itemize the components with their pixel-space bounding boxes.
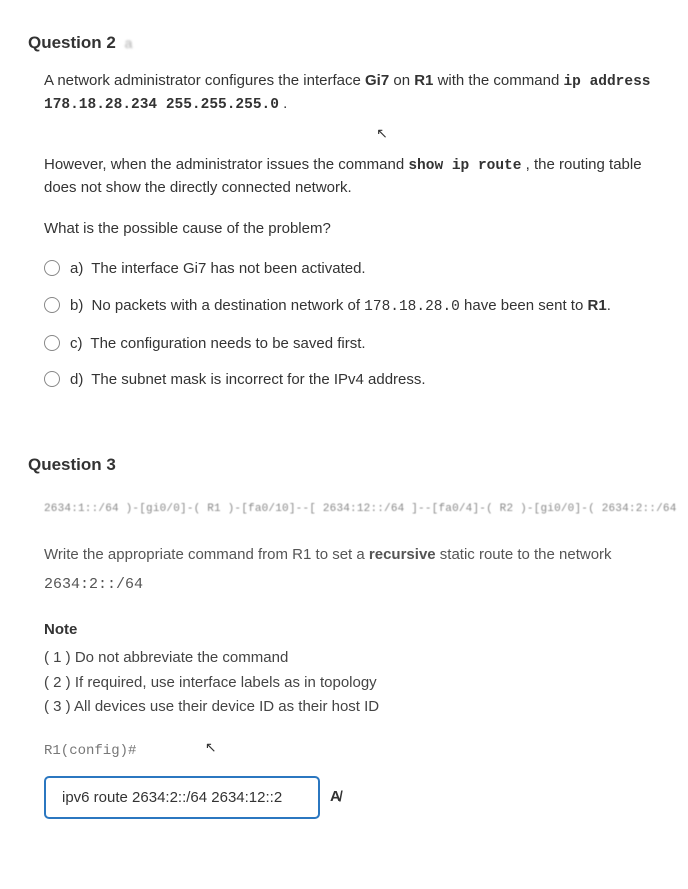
q3-topology: 2634:1::/64 )-[gi0/0]-( R1 )-[fa0/10]--[… xyxy=(44,501,660,518)
q3-instr-mid: to set a xyxy=(311,546,369,563)
q2-intro-tail: with the command xyxy=(433,72,563,89)
q2-however-prefix: However, when the administrator issues t… xyxy=(44,156,408,173)
q3-instr-pre: Write the appropriate command from xyxy=(44,546,292,563)
q2-option-d[interactable]: d) The subnet mask is incorrect for the … xyxy=(44,369,660,392)
q3-cli-prompt: R1(config)# ↖ xyxy=(44,741,660,762)
q3-title-text: Question 3 xyxy=(28,455,116,474)
option-label: c) xyxy=(70,335,83,352)
q2-interface: Gi7 xyxy=(365,72,389,89)
q2-intro-prefix: A network administrator configures the i… xyxy=(44,72,365,89)
q2-intro-mid: on xyxy=(389,72,414,89)
option-text: The interface Gi7 has not been activated… xyxy=(91,260,365,277)
answer-input[interactable] xyxy=(60,788,304,807)
q3-note-1: ( 1 ) Do not abbreviate the command xyxy=(44,647,660,670)
q3-instruction: Write the appropriate command from R1 to… xyxy=(44,544,660,567)
option-bold: R1 xyxy=(588,297,607,314)
question-3-title: Question 3 xyxy=(28,452,660,478)
option-tail: . xyxy=(607,297,611,314)
q2-router: R1 xyxy=(414,72,433,89)
q3-note-title: Note xyxy=(44,619,660,642)
q3-instr-r1: R1 xyxy=(292,546,311,563)
cursor-icon-1: ↖ xyxy=(104,125,660,148)
radio-icon[interactable] xyxy=(44,260,60,276)
q2-however: However, when the administrator issues t… xyxy=(44,154,660,200)
q2-option-c[interactable]: c) The configuration needs to be saved f… xyxy=(44,333,660,356)
option-code: 178.18.28.0 xyxy=(364,299,460,315)
option-text-pre: No packets with a destination network of xyxy=(92,297,365,314)
q3-title-suffix xyxy=(125,457,129,473)
radio-icon[interactable] xyxy=(44,335,60,351)
question-3-body: 2634:1::/64 )-[gi0/0]-( R1 )-[fa0/10]--[… xyxy=(44,501,660,819)
question-2-body: A network administrator configures the i… xyxy=(44,70,660,392)
option-label: a) xyxy=(70,260,83,277)
option-text: The configuration needs to be saved firs… xyxy=(90,335,365,352)
radio-icon[interactable] xyxy=(44,371,60,387)
q2-command-2: show ip route xyxy=(408,158,521,174)
q2-title-suffix: a xyxy=(125,35,133,51)
answer-input-container[interactable] xyxy=(44,776,320,819)
q2-option-b[interactable]: b) No packets with a destination network… xyxy=(44,295,660,319)
q2-title-text: Question 2 xyxy=(28,33,116,52)
option-label: d) xyxy=(70,371,83,388)
q2-intro: A network administrator configures the i… xyxy=(44,70,660,118)
option-text: The subnet mask is incorrect for the IPv… xyxy=(91,371,425,388)
q3-target-network: 2634:2::/64 xyxy=(44,574,660,597)
option-label: b) xyxy=(70,297,83,314)
spellcheck-icon[interactable]: A̸ xyxy=(330,786,341,809)
q2-prompt: What is the possible cause of the proble… xyxy=(44,218,660,241)
q3-instr-tail: static route to the network xyxy=(436,546,612,563)
cursor-icon-2: ↖ xyxy=(205,739,217,760)
q2-period1: . xyxy=(279,95,287,112)
prompt-text: R1(config)# xyxy=(44,743,136,759)
option-text-post: have been sent to xyxy=(460,297,588,314)
q3-instr-recursive: recursive xyxy=(369,546,436,563)
q3-note-3: ( 3 ) All devices use their device ID as… xyxy=(44,696,660,719)
radio-icon[interactable] xyxy=(44,297,60,313)
q2-options: a) The interface Gi7 has not been activa… xyxy=(44,258,660,391)
q2-option-a[interactable]: a) The interface Gi7 has not been activa… xyxy=(44,258,660,281)
question-2-title: Question 2 a xyxy=(28,30,660,56)
q3-note-2: ( 2 ) If required, use interface labels … xyxy=(44,672,660,695)
